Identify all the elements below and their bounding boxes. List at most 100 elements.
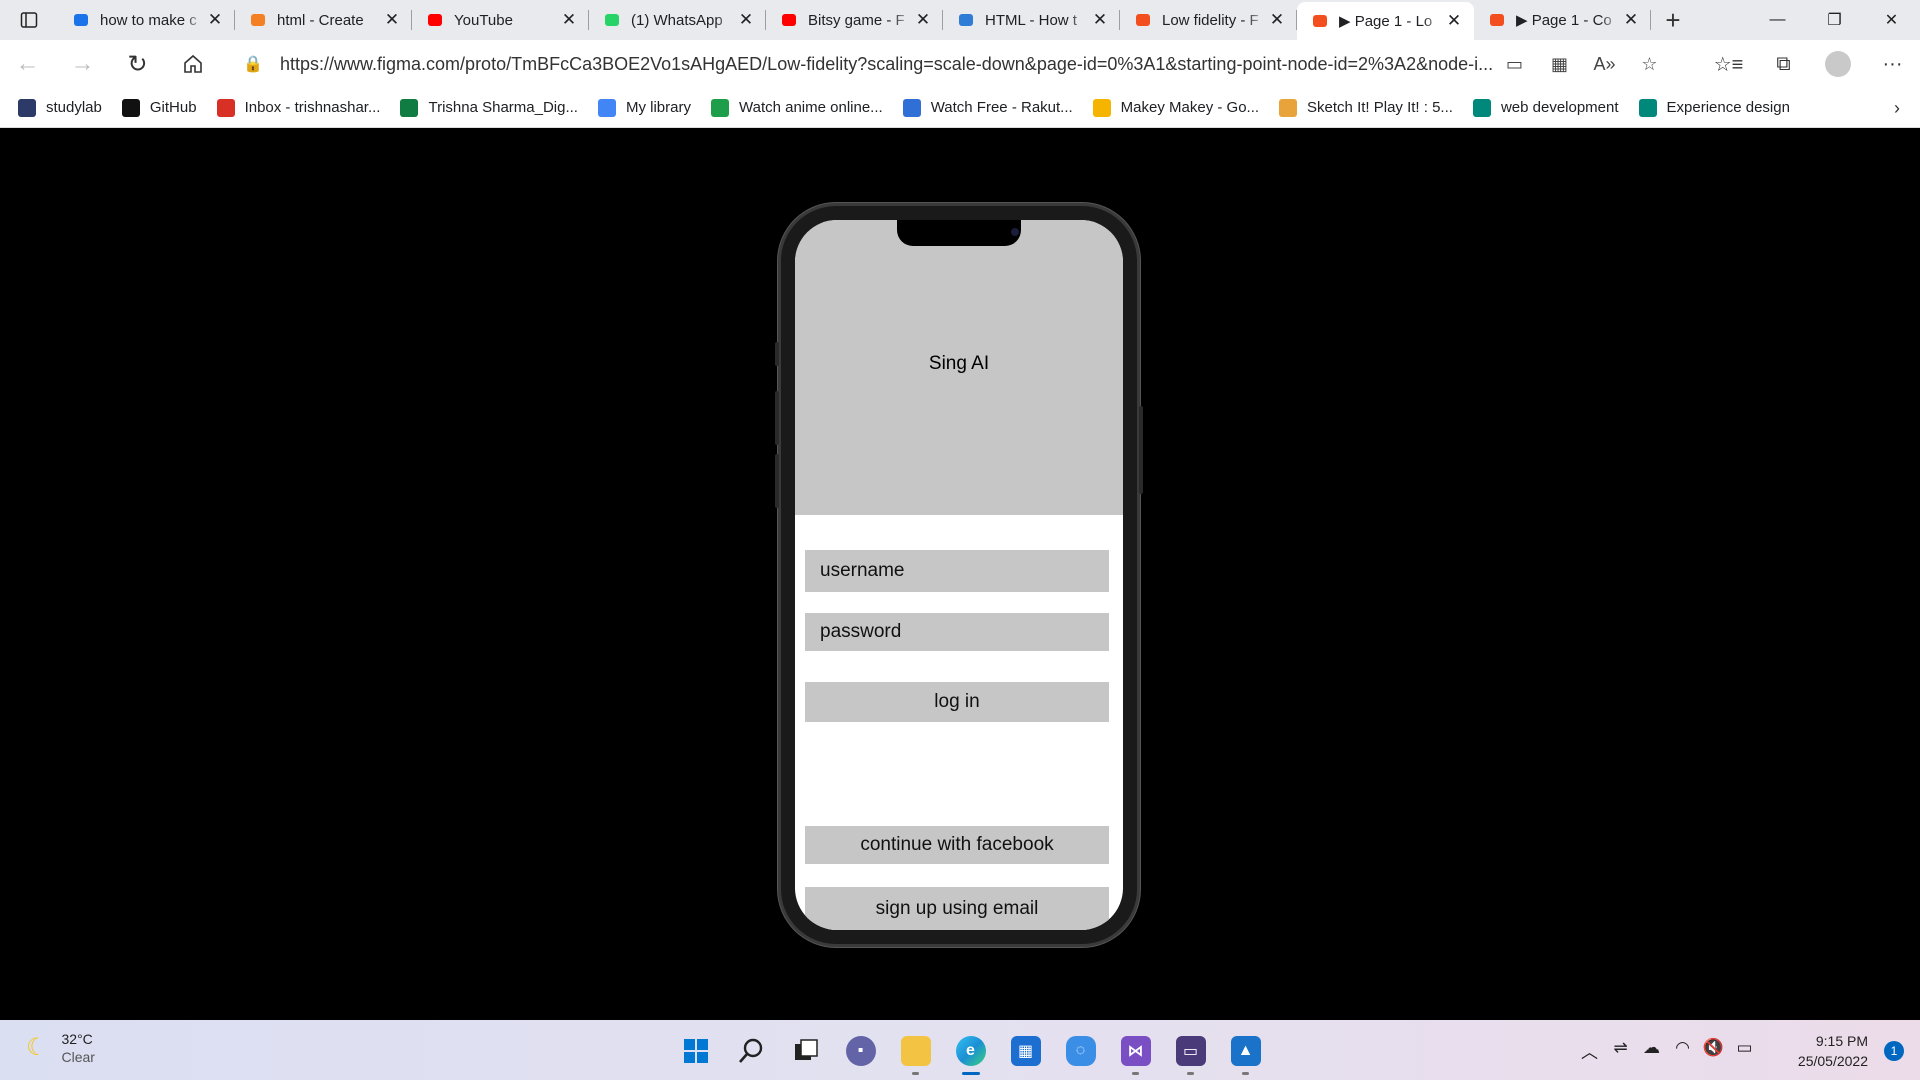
close-tab-icon[interactable]: ✕ (1621, 10, 1641, 30)
facebook-login-button[interactable]: continue with facebook (805, 826, 1109, 864)
close-tab-icon[interactable]: ✕ (913, 10, 933, 30)
bookmark-item[interactable]: Watch Free - Rakut... (902, 98, 1073, 117)
bookmarks-overflow-button[interactable]: › (1894, 98, 1900, 119)
folder-icon (900, 1036, 931, 1066)
back-button[interactable]: ← (0, 40, 55, 88)
url-text[interactable]: https://www.figma.com/proto/TmBFcCa3BOE2… (280, 54, 1520, 75)
youtube-icon (780, 11, 798, 29)
restore-button[interactable]: ❐ (1806, 0, 1863, 40)
profile-avatar[interactable] (1825, 51, 1851, 77)
tab-strip: how to make c ✕ html - Create ✕ YouTube ✕ (1) … (0, 0, 1920, 40)
window-controls: — ❐ ✕ (1749, 0, 1920, 40)
browser-tab[interactable]: ▶ Page 1 - Lo ✕ (1297, 2, 1474, 40)
tab-title: ▶ Page 1 - Co (1516, 12, 1612, 29)
close-tab-icon[interactable]: ✕ (205, 10, 225, 30)
bookmark-item[interactable]: Sketch It! Play It! : 5... (1279, 98, 1453, 117)
bookmark-item[interactable]: Makey Makey - Go... (1092, 98, 1259, 117)
close-tab-icon[interactable]: ✕ (736, 10, 756, 30)
phone-screen: Sing AI username password log in continu… (795, 220, 1123, 930)
close-tab-icon[interactable]: ✕ (1444, 11, 1464, 31)
favorites-icon[interactable]: ☆≡ (1701, 40, 1756, 88)
app-available-icon[interactable]: ▭ (1492, 46, 1537, 82)
tab-actions-icon (20, 12, 38, 28)
start-button[interactable] (668, 1029, 723, 1073)
terminal-icon: ▭ (1175, 1036, 1206, 1066)
email-signup-button[interactable]: sign up using email (805, 887, 1109, 930)
phone-power-button (1139, 406, 1143, 494)
browser-tab[interactable]: Bitsy game - F ✕ (766, 0, 943, 40)
bookmark-label: GitHub (149, 99, 197, 116)
browser-tab[interactable]: Low fidelity - F ✕ (1120, 0, 1297, 40)
browser-tab[interactable]: HTML - How t ✕ (943, 0, 1120, 40)
bookmark-item[interactable]: Watch anime online... (711, 98, 883, 117)
address-bar[interactable]: 🔒 https://www.figma.com/proto/TmBFcCa3BO… (240, 46, 1680, 82)
teams-chat-button[interactable]: ▪ (833, 1029, 888, 1073)
windows-icon (683, 1039, 708, 1063)
username-field[interactable]: username (805, 550, 1109, 592)
battery-icon[interactable]: ▭ (1729, 1038, 1760, 1063)
bookmark-label: Watch anime online... (739, 99, 883, 116)
photos-button[interactable]: ▲ (1218, 1029, 1273, 1075)
tab-actions-button[interactable] (0, 0, 58, 40)
extensions-icon[interactable]: ▦ (1537, 46, 1582, 82)
browser-tab[interactable]: how to make c ✕ (58, 0, 235, 40)
browser-tab[interactable]: html - Create ✕ (235, 0, 412, 40)
bookmark-item[interactable]: studylab (18, 98, 102, 117)
visual-studio-icon: ⋈ (1120, 1036, 1151, 1066)
browser-tab[interactable]: ▶ Page 1 - Co ✕ (1474, 0, 1651, 40)
phone-side-button (775, 391, 779, 445)
bookmark-item[interactable]: Inbox - trishnashar... (216, 98, 380, 117)
browser-tab[interactable]: YouTube ✕ (412, 0, 589, 40)
bookmark-label: Trishna Sharma_Dig... (428, 99, 578, 116)
app-title: Sing AI (928, 353, 990, 374)
password-field[interactable]: password (805, 613, 1109, 651)
close-window-button[interactable]: ✕ (1863, 0, 1920, 40)
bookmark-item[interactable]: My library (597, 98, 691, 117)
menu-icon[interactable]: ··· (1865, 40, 1920, 88)
close-tab-icon[interactable]: ✕ (559, 10, 579, 30)
messenger-button[interactable]: ◌ (1053, 1029, 1108, 1073)
close-tab-icon[interactable]: ✕ (382, 10, 402, 30)
figma-icon (1134, 11, 1152, 29)
edge-icon: e (955, 1036, 986, 1066)
tab-title: Bitsy game - F (808, 11, 905, 29)
sketch-icon (1279, 98, 1298, 117)
chevron-up-icon[interactable]: ︿ (1574, 1038, 1605, 1063)
speaker-muted-icon[interactable]: 🔇 (1698, 1038, 1729, 1063)
store-button[interactable]: ▦ (998, 1029, 1053, 1073)
login-button[interactable]: log in (805, 682, 1109, 722)
camera-icon (1011, 228, 1019, 236)
shield-icon (711, 98, 729, 117)
settings-sliders-icon[interactable]: ⇌ (1605, 1038, 1636, 1063)
file-explorer-button[interactable] (888, 1029, 943, 1075)
bookmark-item[interactable]: web development (1472, 98, 1619, 117)
home-button[interactable] (165, 40, 220, 88)
add-favorite-icon[interactable]: ☆ (1627, 46, 1672, 82)
read-aloud-icon[interactable]: A» (1582, 46, 1627, 82)
close-tab-icon[interactable]: ✕ (1267, 10, 1287, 30)
weather-widget[interactable]: ☾ 32°C Clear (26, 1030, 95, 1065)
collections-icon[interactable]: ⧉ (1756, 40, 1811, 88)
stackoverflow-icon (249, 11, 267, 29)
close-tab-icon[interactable]: ✕ (1090, 10, 1110, 30)
search-button[interactable] (723, 1029, 778, 1073)
task-view-button[interactable] (778, 1029, 833, 1073)
browser-tab[interactable]: (1) WhatsApp ✕ (589, 0, 766, 40)
minimize-button[interactable]: — (1749, 0, 1806, 40)
tab-title: ▶ Page 1 - Lo (1339, 13, 1433, 30)
bookmark-item[interactable]: GitHub (121, 98, 197, 117)
edge-button[interactable]: e (943, 1029, 998, 1075)
running-indicator (1242, 1072, 1249, 1075)
forward-button[interactable]: → (55, 40, 110, 88)
terminal-button[interactable]: ▭ (1163, 1029, 1218, 1075)
refresh-button[interactable]: ↻ (110, 40, 165, 88)
bookmark-label: web development (1500, 99, 1619, 116)
bookmark-item[interactable]: Trishna Sharma_Dig... (400, 98, 578, 117)
wifi-icon[interactable]: ◠ (1667, 1038, 1698, 1063)
new-tab-button[interactable]: + (1651, 0, 1695, 40)
bookmark-item[interactable]: Experience design (1638, 98, 1790, 117)
notification-badge[interactable]: 1 (1884, 1041, 1904, 1061)
clock[interactable]: 9:15 PM 25/05/2022 (1798, 1031, 1868, 1071)
onedrive-icon[interactable]: ☁ (1636, 1038, 1667, 1063)
visual-studio-button[interactable]: ⋈ (1108, 1029, 1163, 1075)
